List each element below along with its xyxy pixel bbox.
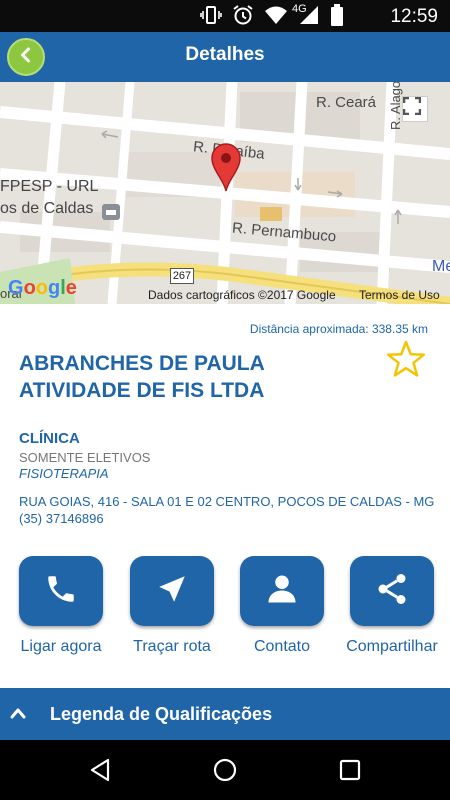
- contact-button[interactable]: Contato: [227, 556, 337, 656]
- contact-label: Contato: [253, 638, 311, 655]
- screen: 4G 12:59 Detalhes R. Ceará R. R. Pernamb…: [0, 0, 450, 800]
- status-time: 12:59: [390, 6, 438, 27]
- status-icons: 4G: [200, 3, 344, 26]
- legend-toggle[interactable]: Legenda de Qualificações: [0, 688, 450, 740]
- phone-icon: [44, 572, 78, 611]
- poi-label-caldas: os de Caldas: [0, 200, 94, 217]
- distance-text: Distância aproximada: 338.35 km: [249, 322, 428, 336]
- system-nav-bar: [0, 740, 450, 800]
- network-type: 4G: [292, 3, 307, 15]
- legend-label: Legenda de Qualificações: [50, 704, 273, 724]
- google-logo: Google: [8, 277, 77, 299]
- alarm-icon: [232, 4, 254, 26]
- provider-specialty: FISIOTERAPIA: [19, 466, 109, 481]
- street-label-alagoas: R. Alagoas: [388, 82, 403, 130]
- call-now-button[interactable]: Ligar agora: [6, 556, 116, 656]
- map-attribution: Dados cartográficos ©2017 Google: [148, 288, 336, 302]
- provider-address: RUA GOIAS, 416 - SALA 01 E 02 CENTRO, PO…: [19, 494, 435, 509]
- share-button[interactable]: Compartilhar: [337, 556, 447, 656]
- trace-route-button[interactable]: Traçar rota: [117, 556, 227, 656]
- home-circle-icon[interactable]: [213, 758, 237, 787]
- action-buttons: Ligar agora Traçar rota Contato Comparti…: [0, 556, 450, 666]
- battery-icon: [330, 4, 344, 26]
- call-now-label: Ligar agora: [20, 638, 102, 655]
- share-label: Compartilhar: [346, 638, 438, 655]
- trace-route-label: Traçar rota: [133, 638, 211, 655]
- trace-route-button-tile[interactable]: [130, 556, 214, 626]
- share-icon: [374, 571, 410, 612]
- favorite-button[interactable]: [386, 340, 426, 383]
- call-now-button-tile[interactable]: [19, 556, 103, 626]
- back-triangle-icon[interactable]: [88, 758, 112, 787]
- provider-phone: (35) 37146896: [19, 511, 104, 526]
- route-shield: 267: [170, 268, 194, 284]
- map-edge-label: Me: [432, 258, 450, 275]
- share-button-tile[interactable]: [350, 556, 434, 626]
- map-terms-link[interactable]: Termos de Uso: [359, 288, 440, 302]
- poi-label-fpesp: FPESP - URL: [0, 178, 99, 195]
- wifi-icon: [264, 5, 288, 25]
- navigation-arrow-icon: [155, 572, 189, 611]
- fullscreen-button[interactable]: [402, 96, 428, 122]
- map[interactable]: R. Ceará R. Paraíba R. Pernambuco R. Ala…: [0, 82, 450, 304]
- street-label-ceara: R. Ceará: [316, 94, 377, 111]
- signal-icon: 4G: [292, 3, 320, 25]
- star-outline-icon: [386, 340, 426, 382]
- provider-subcategory: SOMENTE ELETIVOS: [19, 450, 151, 465]
- contact-button-tile[interactable]: [240, 556, 324, 626]
- person-icon: [264, 571, 300, 612]
- provider-name: ABRANCHES DE PAULA ATIVIDADE DE FIS LTDA: [19, 352, 265, 402]
- app-bar: Detalhes: [0, 32, 450, 82]
- page-title: Detalhes: [185, 44, 265, 65]
- recents-square-icon[interactable]: [338, 758, 362, 787]
- provider-category: CLÍNICA: [19, 430, 80, 447]
- chevron-up-icon: [10, 706, 26, 724]
- vibrate-icon: [200, 5, 222, 25]
- status-bar: 4G 12:59: [0, 0, 450, 32]
